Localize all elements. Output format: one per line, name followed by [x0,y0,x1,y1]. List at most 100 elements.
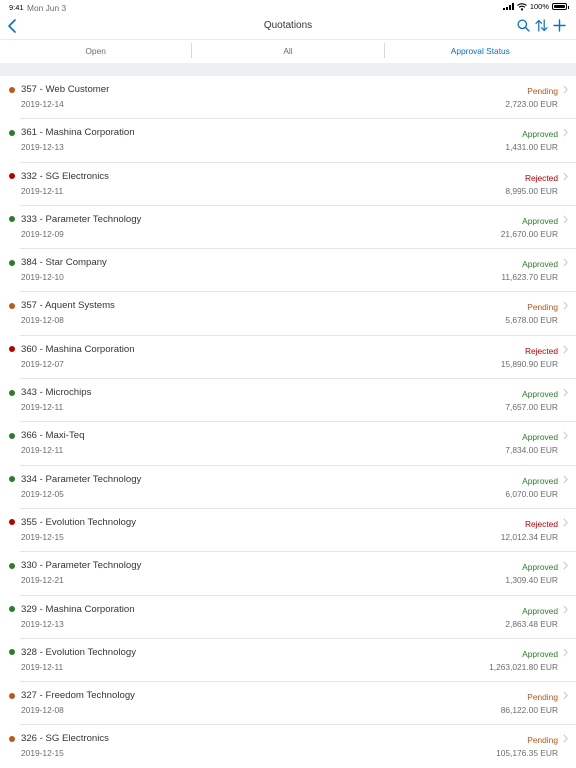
chevron-right-icon [563,85,568,94]
quotation-status: Approved [522,432,558,443]
nav-actions [516,18,566,33]
chevron-right-icon [563,345,568,354]
chevron-right-icon [563,734,568,743]
quotation-row[interactable]: 360 - Mashina Corporation 2019-12-07 Rejec… [0,336,576,380]
quotation-amount: 8,995.00 EUR [505,185,558,196]
quotation-date: 2019-12-08 [21,705,64,716]
segment-open[interactable]: Open [0,40,191,63]
quotation-date: 2019-12-11 [21,445,64,456]
status-dot-icon [9,649,15,656]
quotation-amount: 7,834.00 EUR [505,445,558,456]
battery-icon [552,3,569,10]
search-button[interactable] [516,18,530,33]
quotation-date: 2019-12-13 [21,142,64,153]
quotation-date: 2019-12-14 [21,99,64,109]
filter-segments: Open All Approval Status [0,39,576,63]
status-indicators: 100% [502,2,569,11]
sort-icon [534,19,548,32]
quotation-title: 343 - Microchips [21,387,92,399]
quotation-row[interactable]: 332 - SG Electronics 2019-12-11 Rejected 8,… [0,163,576,207]
status-dot-icon [9,432,15,439]
quotation-title: 328 - Evolution Technology [21,646,137,658]
quotation-date: 2019-12-11 [21,661,64,672]
page-title: Quotations [263,20,313,31]
status-dot-icon [9,173,15,180]
quotation-title: 330 - Parameter Technology [21,560,142,572]
quotation-amount: 11,623.70 EUR [501,272,558,283]
status-dot-icon [9,476,15,483]
quotation-row[interactable]: 357 - Web Customer 2019-12-14 Pending 2,723… [0,76,576,120]
status-dot-icon [9,606,15,613]
quotation-row[interactable]: 355 - Evolution Technology 2019-12-15 Reje… [0,509,576,553]
search-icon [516,19,530,32]
quotation-title: 360 - Mashina Corporation [21,343,135,355]
status-dot-icon [9,346,15,353]
chevron-right-icon [563,561,568,570]
quotation-title: 329 - Mashina Corporation [21,603,135,615]
quotation-amount: 7,657.00 EUR [505,402,558,413]
quotation-title: 355 - Evolution Technology [21,516,137,528]
quotation-date: 2019-12-15 [21,748,64,759]
quotation-title: 357 - Aquent Systems [21,300,115,312]
quotation-row[interactable]: 327 - Freedom Technology 2019-12-08 Pendin… [0,682,576,726]
quotation-row[interactable]: 361 - Mashina Corporation 2019-12-13 Appro… [0,119,576,163]
quotation-amount: 1,431.00 EUR [505,142,558,153]
quotation-amount: 105,176.35 EUR [496,748,558,759]
quotation-amount: 2,863.48 EUR [505,618,558,629]
add-button[interactable] [552,18,566,33]
quotation-row[interactable]: 333 - Parameter Technology 2019-12-09 Appr… [0,206,576,250]
quotation-title: 366 - Maxi-Teq [21,430,85,442]
status-dot-icon [9,259,15,266]
quotation-title: 357 - Web Customer [21,84,110,95]
quotation-list: 357 - Web Customer 2019-12-14 Pending 2,723… [0,76,576,768]
chevron-right-icon [563,518,568,527]
quotation-date: 2019-12-07 [21,358,64,369]
section-spacer [0,63,576,76]
segment-approval-status[interactable]: Approval Status [385,40,576,63]
quotation-date: 2019-12-15 [21,531,64,542]
battery-percent: 100% [529,2,549,11]
chevron-right-icon [563,388,568,397]
segment-all[interactable]: All [192,40,383,63]
quotation-row[interactable]: 329 - Mashina Corporation 2019-12-13 Appro… [0,596,576,640]
chevron-right-icon [563,301,568,311]
quotation-row[interactable]: 330 - Parameter Technology 2019-12-21 Appr… [0,552,576,596]
navigation-bar: Quotations [0,14,576,39]
quotation-amount: 2,723.00 EUR [505,99,558,109]
quotation-row[interactable]: 334 - Parameter Technology 2019-12-05 Appr… [0,466,576,510]
chevron-right-icon [563,475,568,484]
quotation-row[interactable]: 326 - SG Electronics 2019-12-15 Pending 105… [0,725,576,768]
quotation-status: Rejected [524,172,558,183]
quotation-title: 361 - Mashina Corporation [21,127,135,139]
quotation-status: Approved [522,259,558,270]
quotation-row[interactable]: 328 - Evolution Technology 2019-12-11 Appr… [0,639,576,683]
status-dot-icon [9,692,15,699]
quotation-row[interactable]: 366 - Maxi-Teq 2019-12-11 Approved 7,834.00… [0,422,576,466]
quotation-amount: 86,122.00 EUR [500,705,558,716]
quotation-title: 332 - SG Electronics [21,170,109,182]
status-date: Mon Jun 3 [27,3,67,13]
quotation-status: Approved [522,648,558,659]
quotation-title: 326 - SG Electronics [21,733,109,745]
quotation-amount: 12,012.34 EUR [500,531,558,542]
quotation-status: Pending [527,692,558,703]
sort-button[interactable] [534,18,548,33]
quotation-row[interactable]: 357 - Aquent Systems 2019-12-08 Pending 5,6… [0,292,576,337]
status-dot-icon [9,735,15,742]
quotation-status: Rejected [524,518,558,529]
plus-icon [552,19,566,32]
status-dot-icon [9,86,15,93]
status-dot-icon [9,389,15,396]
quotation-date: 2019-12-11 [21,402,64,413]
quotation-row[interactable]: 343 - Microchips 2019-12-11 Approved 7,657.… [0,379,576,423]
quotation-date: 2019-12-21 [21,575,64,586]
status-dot-icon [9,562,15,569]
chevron-right-icon [563,172,568,181]
quotation-status: Approved [522,129,558,140]
chevron-right-icon [563,128,568,137]
chevron-right-icon [563,258,568,267]
quotation-status: Approved [522,215,558,226]
quotation-row[interactable]: 384 - Star Company 2019-12-10 Approved 11,6… [0,249,576,293]
quotation-amount: 1,309.40 EUR [505,575,558,586]
chevron-right-icon [563,605,568,614]
